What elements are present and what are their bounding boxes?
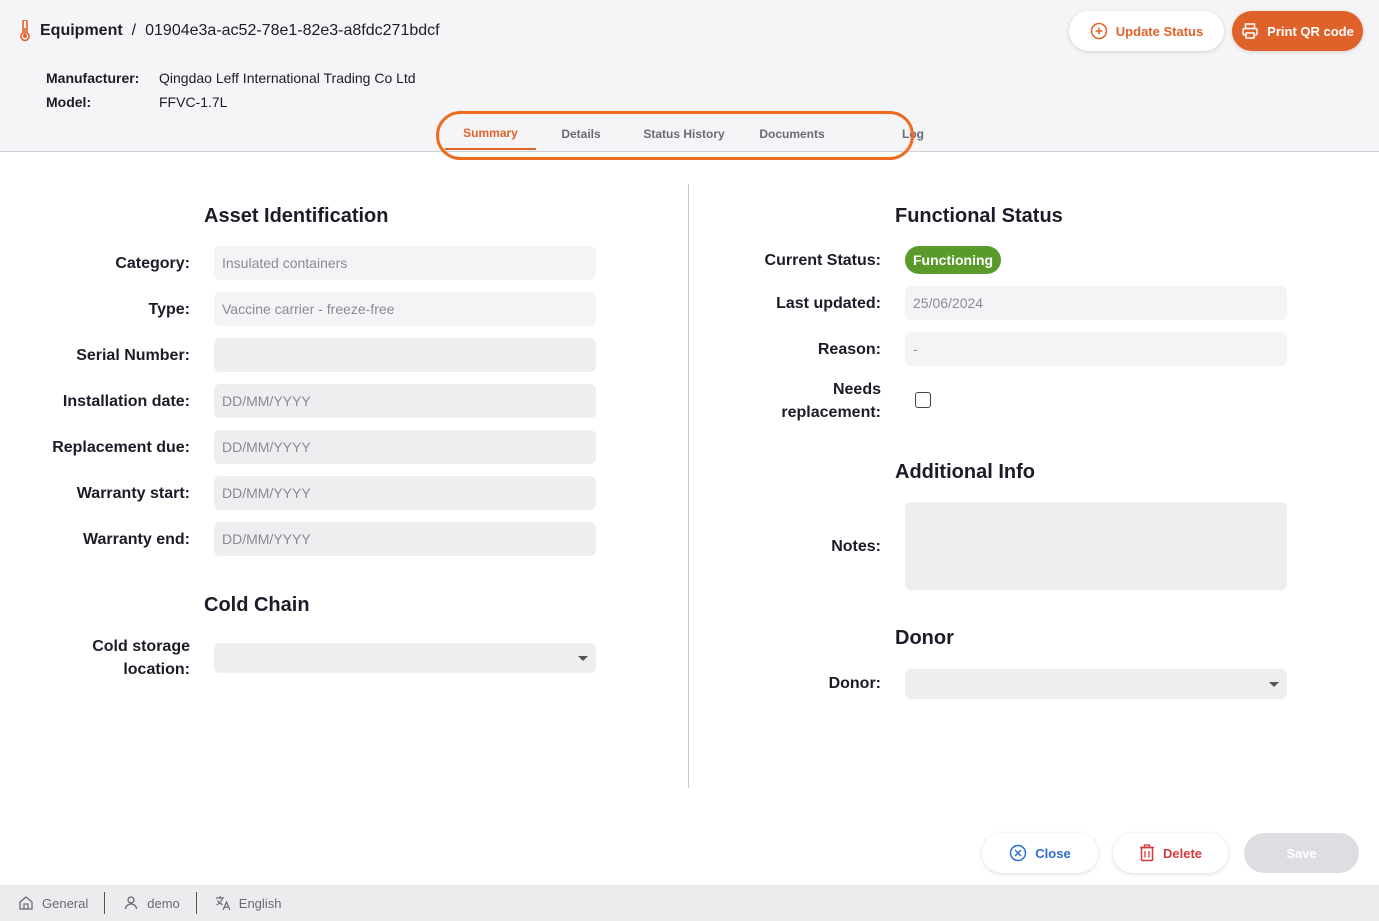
tab-summary[interactable]: Summary bbox=[445, 118, 536, 150]
update-status-button[interactable]: Update Status bbox=[1069, 11, 1224, 51]
warranty-end-label: Warranty end: bbox=[83, 531, 190, 548]
manufacturer-value: Qingdao Leff International Trading Co Lt… bbox=[159, 70, 416, 86]
installation-date-label: Installation date: bbox=[62, 393, 190, 410]
store-indicator[interactable]: General bbox=[0, 892, 104, 914]
cold-storage-location-label: Cold storage location: bbox=[92, 638, 190, 678]
installation-date-input[interactable]: DD/MM/YYYY bbox=[214, 384, 596, 418]
delete-label: Delete bbox=[1162, 845, 1203, 861]
equipment-meta: Manufacturer: Qingdao Leff International… bbox=[46, 66, 416, 114]
delete-button[interactable]: Delete bbox=[1113, 833, 1228, 873]
plus-circle-icon bbox=[1090, 22, 1108, 40]
cold-chain-title: Cold Chain bbox=[204, 594, 310, 616]
donor-title: Donor bbox=[895, 627, 954, 649]
page-header: Equipment / 01904e3a-ac52-78e1-82e3-a8fd… bbox=[0, 0, 1379, 152]
store-name: General bbox=[42, 895, 89, 911]
notes-label: Notes: bbox=[831, 538, 881, 555]
language-name: English bbox=[238, 895, 282, 911]
reason-field: - bbox=[905, 332, 1287, 366]
chevron-down-icon bbox=[578, 656, 588, 661]
needs-replacement-label: Needs replacement: bbox=[781, 381, 881, 421]
thermometer-icon bbox=[18, 20, 32, 42]
replacement-due-label: Replacement due: bbox=[52, 439, 190, 456]
manufacturer-label: Manufacturer: bbox=[46, 70, 140, 86]
tab-documents[interactable]: Documents bbox=[742, 118, 842, 150]
needs-replacement-checkbox[interactable] bbox=[915, 392, 931, 408]
reason-label: Reason: bbox=[817, 341, 881, 358]
breadcrumb-root[interactable]: Equipment bbox=[40, 22, 123, 40]
tab-bar: Summary Details Status History Documents… bbox=[445, 118, 932, 152]
warranty-start-input[interactable]: DD/MM/YYYY bbox=[214, 476, 596, 510]
replacement-due-input[interactable]: DD/MM/YYYY bbox=[214, 430, 596, 464]
print-qr-button[interactable]: Print QR code bbox=[1232, 11, 1363, 51]
asset-id: 01904e3a-ac52-78e1-82e3-a8fdc271bdcf bbox=[145, 22, 440, 39]
printer-icon bbox=[1242, 23, 1258, 39]
additional-info-title: Additional Info bbox=[895, 461, 1035, 483]
category-field: Insulated containers bbox=[214, 246, 596, 280]
tab-status-history[interactable]: Status History bbox=[626, 118, 742, 150]
model-label: Model: bbox=[46, 94, 92, 110]
close-circle-icon bbox=[1010, 844, 1027, 862]
serial-number-input[interactable] bbox=[214, 338, 596, 372]
user-name: demo bbox=[147, 895, 180, 911]
last-updated-label: Last updated: bbox=[776, 295, 881, 312]
donor-label: Donor: bbox=[828, 675, 881, 692]
model-value: FFVC-1.7L bbox=[159, 94, 228, 110]
last-updated-field: 25/06/2024 bbox=[905, 286, 1287, 320]
close-label: Close bbox=[1035, 845, 1071, 861]
type-field: Vaccine carrier - freeze-free bbox=[214, 292, 596, 326]
home-icon bbox=[19, 896, 33, 910]
current-status-label: Current Status: bbox=[764, 252, 881, 269]
breadcrumb: Equipment / 01904e3a-ac52-78e1-82e3-a8fd… bbox=[18, 20, 440, 42]
trash-icon bbox=[1139, 844, 1154, 862]
print-qr-label: Print QR code bbox=[1267, 23, 1354, 39]
warranty-end-input[interactable]: DD/MM/YYYY bbox=[214, 522, 596, 556]
update-status-label: Update Status bbox=[1115, 23, 1204, 39]
cold-storage-location-select[interactable] bbox=[214, 643, 596, 673]
status-bar: General demo English bbox=[0, 885, 1379, 921]
chevron-down-icon bbox=[1269, 682, 1279, 687]
translate-icon bbox=[215, 896, 231, 911]
notes-textarea[interactable] bbox=[905, 502, 1287, 590]
functional-status-title: Functional Status bbox=[895, 205, 1063, 227]
warranty-start-label: Warranty start: bbox=[76, 485, 190, 502]
user-icon bbox=[125, 896, 138, 910]
user-indicator[interactable]: demo bbox=[105, 892, 196, 914]
serial-number-label: Serial Number: bbox=[76, 347, 190, 364]
close-button[interactable]: Close bbox=[982, 833, 1098, 873]
tab-log[interactable]: Log bbox=[842, 118, 932, 150]
language-indicator[interactable]: English bbox=[197, 892, 298, 914]
type-label: Type: bbox=[148, 301, 190, 318]
category-label: Category: bbox=[115, 255, 190, 272]
status-badge: Functioning bbox=[905, 246, 1002, 274]
column-divider bbox=[688, 184, 689, 788]
asset-identification-title: Asset Identification bbox=[204, 205, 389, 227]
breadcrumb-separator: / bbox=[131, 22, 137, 39]
donor-select[interactable] bbox=[905, 669, 1287, 699]
tab-details[interactable]: Details bbox=[536, 118, 626, 150]
save-button[interactable]: Save bbox=[1244, 833, 1359, 873]
